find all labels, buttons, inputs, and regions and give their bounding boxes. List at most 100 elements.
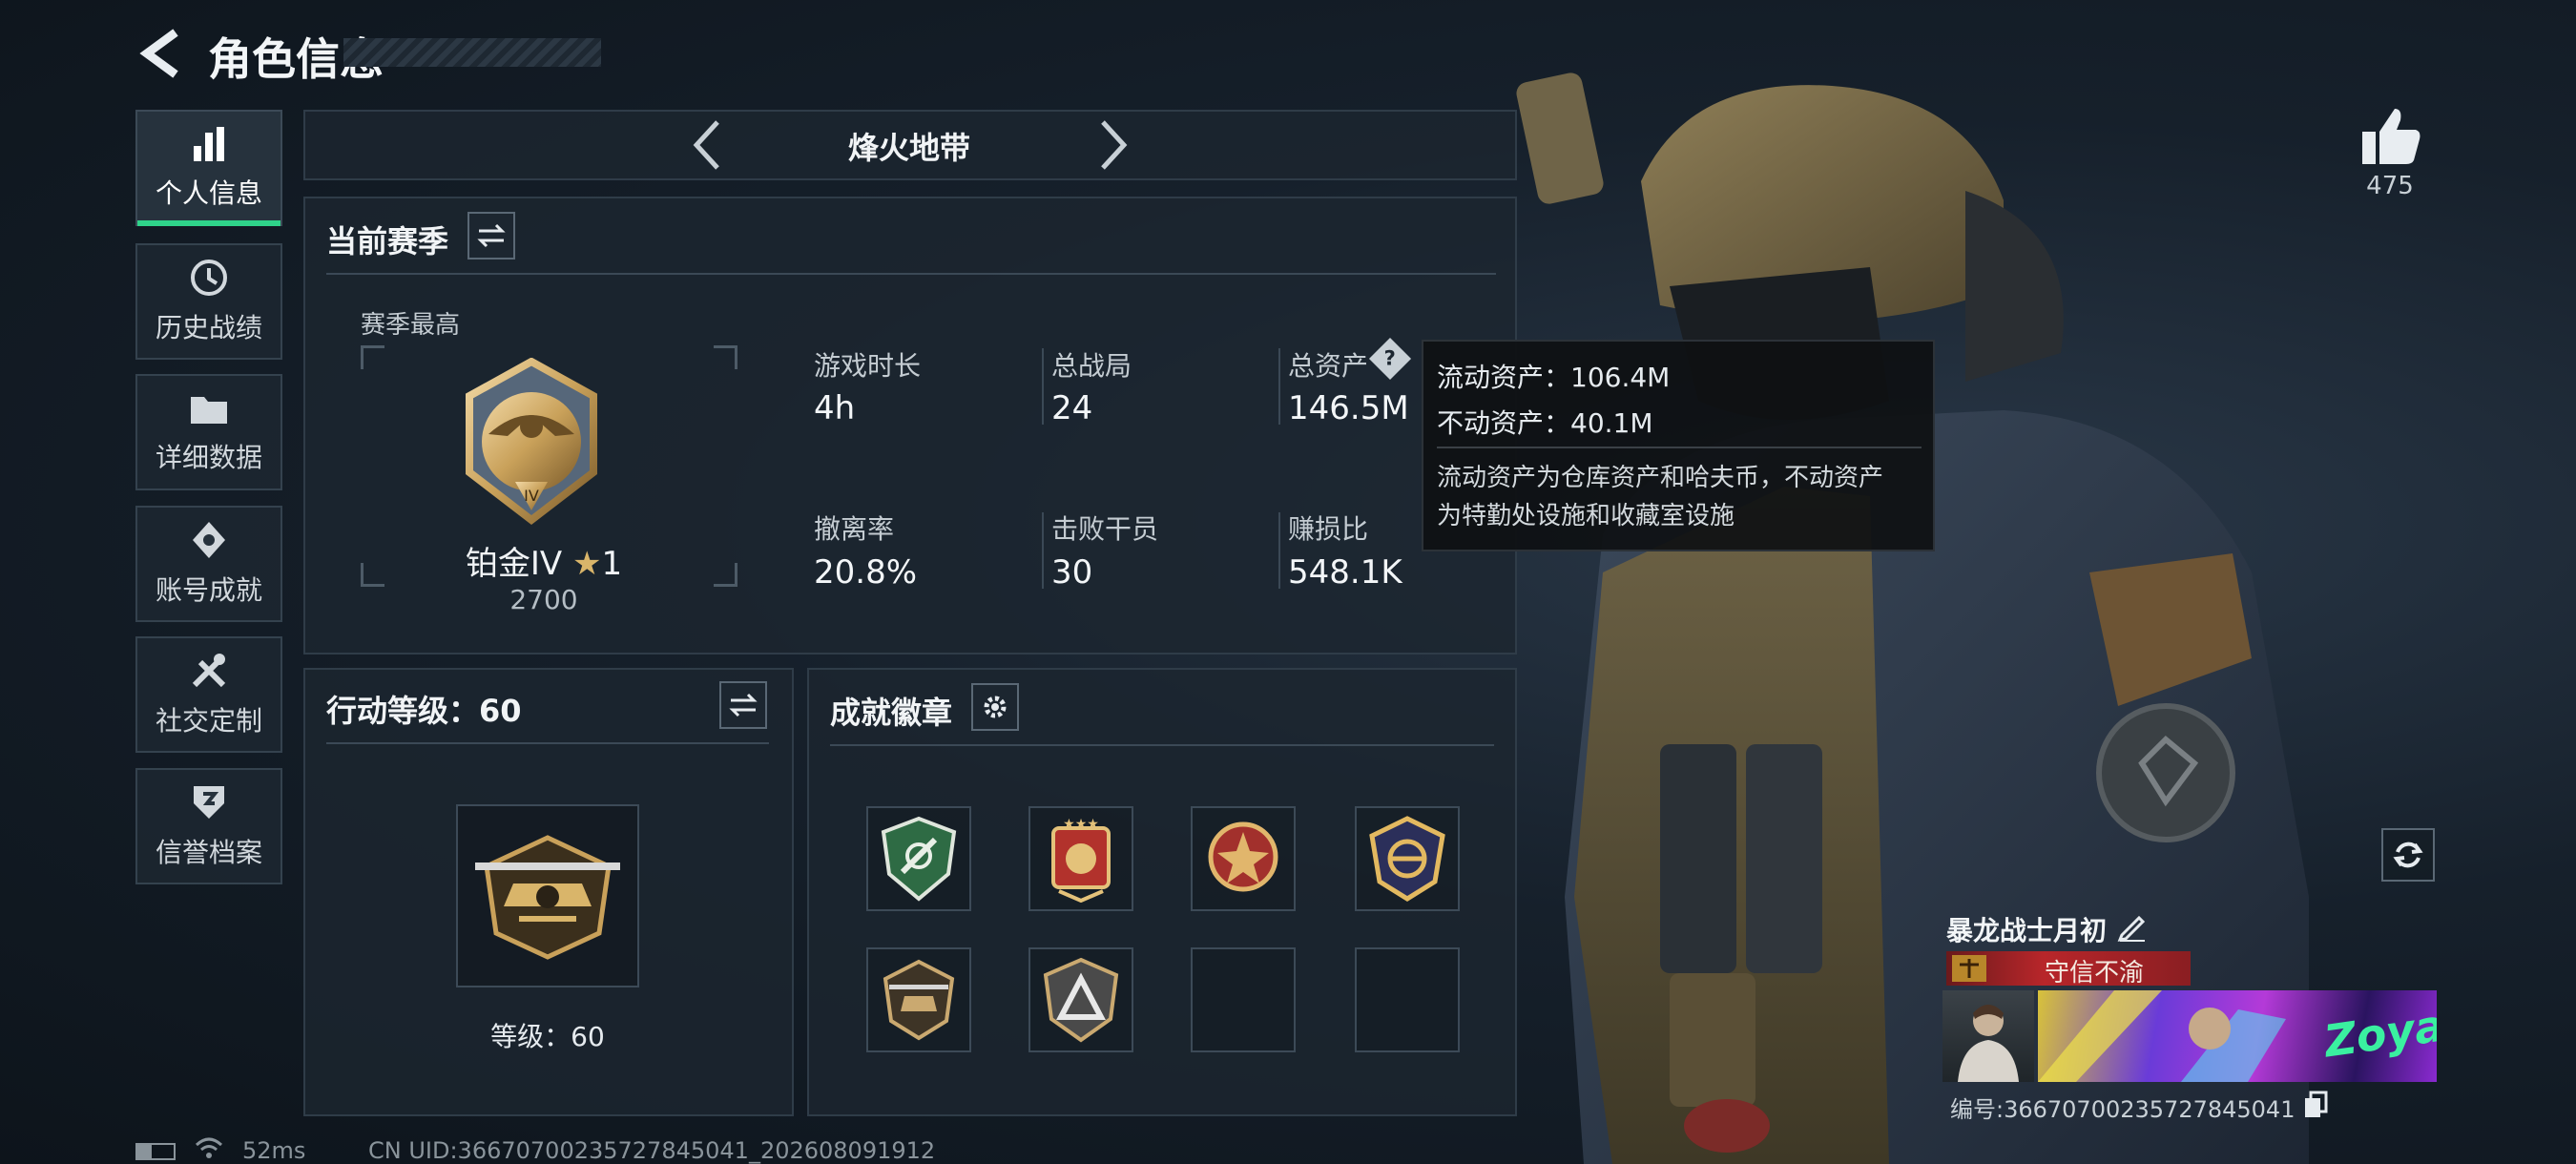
rank-star-icon: ★: [571, 545, 602, 583]
badge-slot[interactable]: ★★★: [1028, 806, 1133, 911]
rank-stars: 1: [601, 545, 623, 583]
sidebar-item-label: 个人信息: [155, 177, 262, 209]
badges-title: 成就徽章: [830, 695, 953, 731]
prev-mode-button[interactable]: [685, 116, 733, 174]
sidebar-item-label: 历史战绩: [155, 312, 262, 343]
sidebar-item-credit[interactable]: 信誉档案: [135, 768, 282, 884]
action-level-switch-button[interactable]: [719, 681, 767, 729]
helicopter-badge-icon: [883, 959, 955, 1041]
sidebar-item-achievements[interactable]: 账号成就: [135, 506, 282, 622]
stat-label-kills: 击败干员: [1051, 513, 1159, 545]
navy-emblem-badge-icon: [1369, 816, 1445, 902]
action-level-divider: [326, 742, 769, 744]
sidebar-item-label: 社交定制: [155, 705, 262, 737]
like-button[interactable]: [2357, 103, 2423, 170]
sidebar-item-detail-data[interactable]: 详细数据: [135, 374, 282, 490]
red-emblem-badge-icon: [1208, 821, 1278, 892]
green-shield-badge-icon: [881, 816, 957, 902]
session-uid: CN UID:36670700235727845041_202608091912: [368, 1137, 936, 1164]
profile-banner: Zoya: [2038, 990, 2437, 1082]
stat-divider: [1278, 512, 1280, 589]
ping-text: 52ms: [242, 1137, 306, 1164]
badges-settings-button[interactable]: [971, 683, 1019, 731]
chevron-left-icon: [693, 120, 719, 170]
credit-icon: [194, 786, 224, 819]
wifi-icon: [195, 1135, 223, 1164]
stat-value-extract-rate: 20.8%: [814, 553, 918, 592]
player-name: 暴龙战士月初: [1946, 915, 2108, 946]
profile-avatar: [1942, 990, 2034, 1082]
svg-text:IV: IV: [524, 487, 539, 505]
season-divider: [326, 273, 1496, 275]
tooltip-description-line2: 为特勤处设施和收藏室设施: [1437, 502, 1735, 530]
level-text: 等级：60: [490, 1021, 605, 1052]
title-decoration: [343, 38, 601, 67]
sidebar-item-personal-info[interactable]: 个人信息: [135, 110, 282, 226]
scale-icon: [1952, 955, 1986, 982]
history-icon: [191, 260, 227, 296]
badge-slot[interactable]: [1191, 806, 1296, 911]
sidebar-item-history[interactable]: 历史战绩: [135, 243, 282, 360]
sidebar-item-label: 账号成就: [155, 574, 262, 606]
achievement-icon: [193, 522, 225, 558]
back-arrow-icon: [139, 29, 178, 78]
season-switch-button[interactable]: [467, 212, 515, 260]
stat-label-total-assets: 总资产: [1288, 350, 1369, 382]
badge-slot-empty[interactable]: [1355, 947, 1460, 1052]
stat-divider: [1042, 348, 1044, 425]
tooltip-divider: [1437, 447, 1922, 448]
stat-label-playtime: 游戏时长: [814, 350, 922, 382]
sidebar-item-social[interactable]: 社交定制: [135, 636, 282, 753]
rank-name: 铂金IV: [465, 545, 563, 583]
stat-label-profit-ratio: 赚损比: [1288, 513, 1369, 545]
bar-chart-icon: [194, 127, 224, 161]
thumbs-up-icon: [2362, 109, 2420, 164]
stat-divider: [1042, 512, 1044, 589]
stat-value-total-assets: 146.5M: [1288, 389, 1409, 427]
rank-line: 铂金IV ★1: [420, 537, 668, 584]
tooltip-liquid-assets: 流动资产：106.4M: [1437, 362, 1671, 393]
stat-value-kills: 30: [1051, 553, 1093, 592]
refresh-icon: [2393, 842, 2423, 868]
rank-emblem-icon: IV: [466, 358, 597, 526]
tooltip-fixed-assets: 不动资产：40.1M: [1437, 407, 1653, 439]
stat-label-total-matches: 总战局: [1051, 350, 1132, 382]
badge-slot[interactable]: [866, 947, 971, 1052]
svg-text:★★★: ★★★: [1063, 817, 1099, 832]
like-count: 475: [2366, 172, 2414, 200]
frame-corner: [361, 563, 384, 587]
frame-corner: [714, 563, 737, 587]
copy-uid-button[interactable]: [2303, 1091, 2330, 1119]
badge-slot[interactable]: [1355, 806, 1460, 911]
badge-slot[interactable]: [866, 806, 971, 911]
frame-corner: [714, 345, 737, 369]
season-title: 当前赛季: [326, 223, 449, 260]
badge-slot[interactable]: [1028, 947, 1133, 1052]
helicopter-level-icon: [475, 835, 620, 960]
tooltip-description-line1: 流动资产为仓库资产和哈夫币，不动资产: [1437, 464, 1884, 492]
question-icon: ?: [1383, 346, 1397, 371]
rotate-button[interactable]: [2381, 828, 2435, 882]
stat-label-extract-rate: 撤离率: [814, 513, 895, 545]
badges-divider: [830, 744, 1494, 746]
copy-icon: [2305, 1091, 2328, 1117]
stat-divider: [1278, 348, 1280, 425]
gold-star-badge-icon: ★★★: [1051, 817, 1111, 903]
action-level-title: 行动等级：60: [326, 693, 522, 729]
reputation-tag: 守信不渝: [1946, 951, 2191, 987]
back-button[interactable]: [134, 27, 191, 80]
tools-icon: [192, 654, 226, 688]
next-mode-button[interactable]: [1088, 116, 1135, 174]
folder-icon: [191, 397, 227, 424]
mode-label: 烽火地带: [847, 130, 970, 166]
rank-score: 2700: [509, 584, 578, 615]
stat-value-profit-ratio: 548.1K: [1288, 553, 1402, 592]
pencil-icon: [2117, 915, 2146, 942]
edit-name-button[interactable]: [2116, 910, 2149, 943]
badge-slot-empty[interactable]: [1191, 947, 1296, 1052]
season-best-label: 赛季最高: [361, 311, 461, 340]
stat-value-playtime: 4h: [814, 389, 856, 427]
gear-icon: [984, 696, 1007, 718]
battery-icon: [135, 1143, 176, 1160]
stat-value-total-matches: 24: [1051, 389, 1093, 427]
